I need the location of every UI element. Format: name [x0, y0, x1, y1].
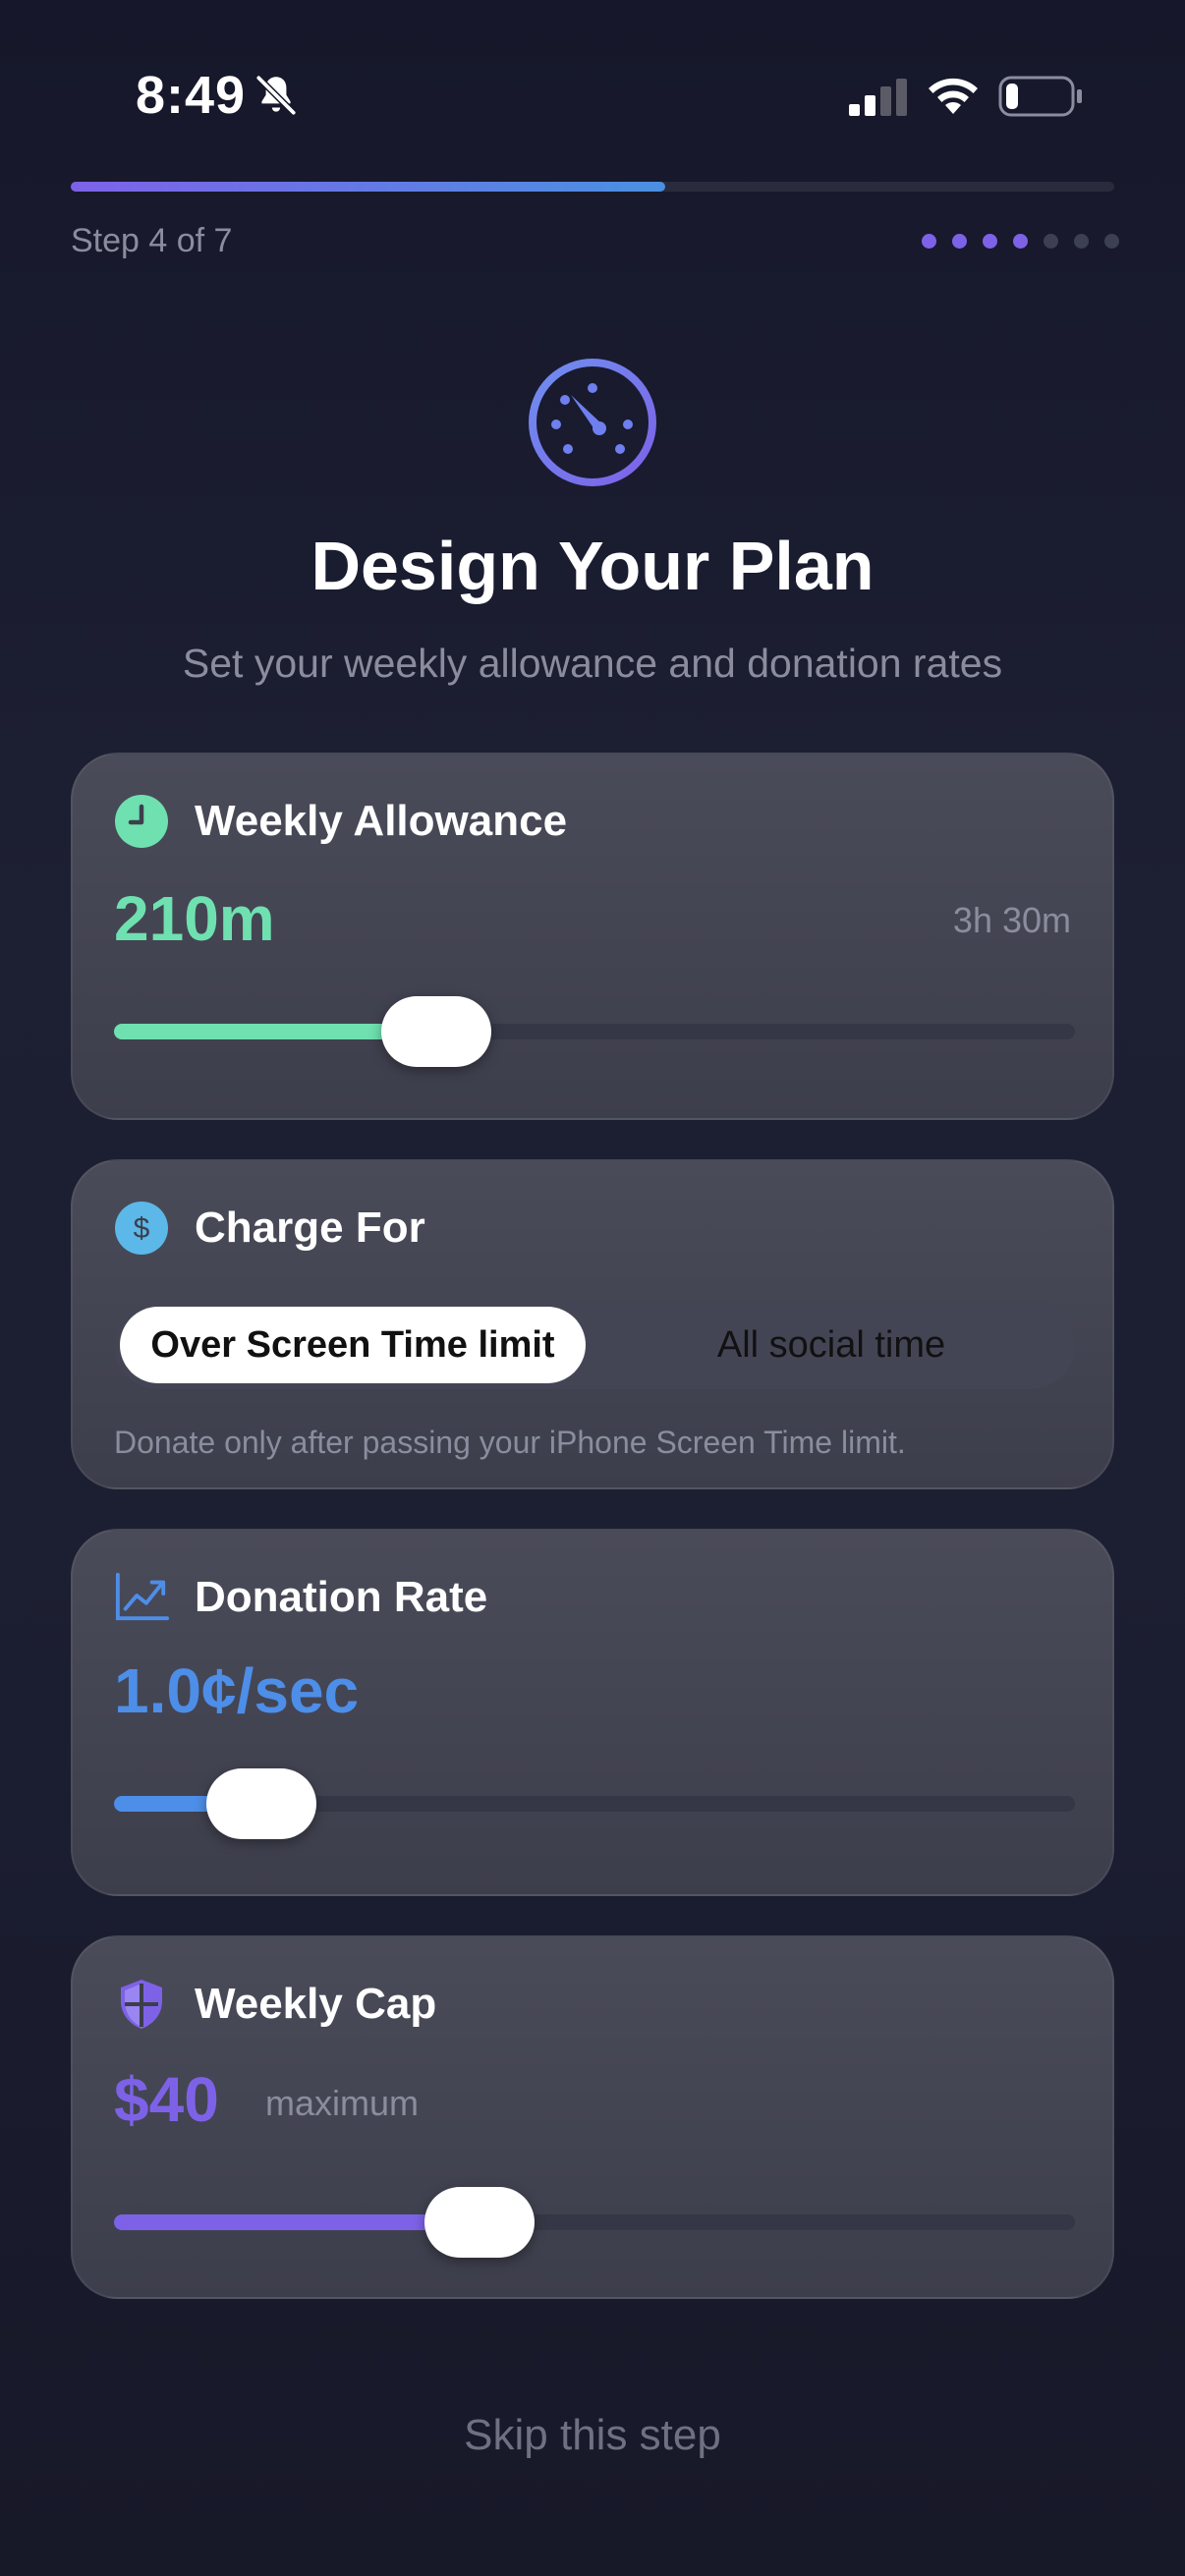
skip-step-link[interactable]: Skip this step: [0, 2411, 1185, 2460]
step-dot: [952, 234, 967, 249]
shield-icon: [114, 1977, 169, 2032]
slider-thumb[interactable]: [206, 1768, 316, 1839]
step-dot: [1074, 234, 1089, 249]
donation-rate-value: 1.0¢/sec: [114, 1655, 360, 1726]
allowance-value: 210m: [114, 883, 275, 954]
step-label: Step 4 of 7: [71, 222, 233, 259]
status-time: 8:49: [136, 66, 247, 125]
cellular-signal-icon: [849, 79, 907, 116]
plan-setup-screen: 8:49 Step 4 of 7 Design Your Plan Set yo…: [0, 0, 1185, 2576]
bell-slash-icon: [255, 75, 297, 116]
step-dot: [1104, 234, 1119, 249]
allowance-slider[interactable]: [114, 996, 1075, 1067]
charge-for-card: $ Charge For Over Screen Time limit All …: [71, 1159, 1114, 1489]
weekly-cap-value: $40: [114, 2064, 219, 2135]
card-title: Weekly Allowance: [195, 797, 568, 845]
weekly-allowance-card: Weekly Allowance 210m 3h 30m: [71, 753, 1114, 1120]
onboarding-progress-bar: [71, 182, 1114, 192]
card-title: Donation Rate: [195, 1573, 488, 1621]
chart-line-icon: [114, 1570, 169, 1625]
step-dot: [1013, 234, 1028, 249]
charge-mode-note: Donate only after passing your iPhone Sc…: [114, 1425, 906, 1460]
card-header: $ Charge For: [114, 1201, 425, 1256]
weekly-cap-suffix: maximum: [265, 2083, 420, 2123]
dollar-icon: $: [114, 1201, 169, 1256]
page-subtitle: Set your weekly allowance and donation r…: [182, 641, 1003, 686]
step-dot: [1044, 234, 1058, 249]
status-bar: 8:49: [0, 0, 1185, 157]
card-header: Donation Rate: [114, 1570, 487, 1625]
slider-thumb[interactable]: [381, 996, 491, 1067]
battery-icon: [998, 76, 1082, 117]
svg-text:$: $: [134, 1212, 150, 1245]
slider-thumb[interactable]: [424, 2187, 535, 2258]
wifi-icon: [929, 78, 978, 114]
donation-rate-card: Donation Rate 1.0¢/sec: [71, 1529, 1114, 1896]
speedometer-icon: [529, 359, 656, 486]
allowance-hours: 3h 30m: [952, 900, 1071, 940]
weekly-cap-slider[interactable]: [114, 2187, 1075, 2258]
card-header: Weekly Cap: [114, 1977, 436, 2032]
page-title: Design Your Plan: [310, 528, 875, 604]
step-dot: [983, 234, 997, 249]
progress-fill: [71, 182, 665, 192]
step-dots: [922, 234, 1119, 249]
card-header: Weekly Allowance: [114, 794, 567, 849]
step-dot: [922, 234, 936, 249]
card-title: Weekly Cap: [195, 1980, 437, 2028]
clock-icon: [114, 794, 169, 849]
donation-rate-slider[interactable]: [114, 1768, 1075, 1839]
segment-all-social-time[interactable]: All social time: [595, 1307, 1067, 1383]
weekly-cap-card: Weekly Cap $40 maximum: [71, 1935, 1114, 2299]
charge-mode-segmented-control: Over Screen Time limit All social time: [114, 1301, 1075, 1389]
card-title: Charge For: [195, 1204, 425, 1252]
segment-over-limit[interactable]: Over Screen Time limit: [120, 1307, 586, 1383]
